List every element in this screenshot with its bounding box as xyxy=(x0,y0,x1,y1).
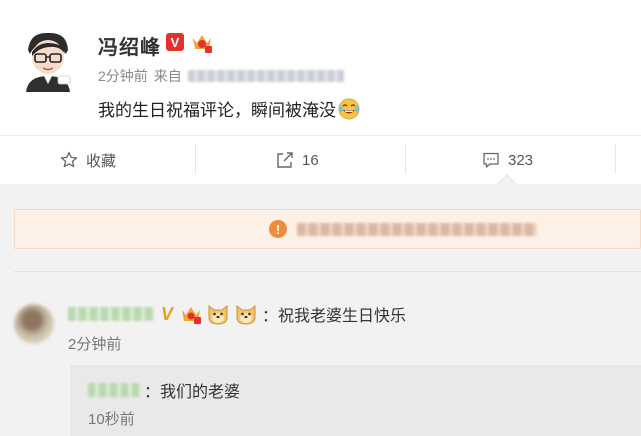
redacted-source xyxy=(187,70,344,82)
crown-level-icon xyxy=(193,35,212,53)
laugh-cry-emoji-icon xyxy=(338,98,360,119)
reply-text: ：我们的老婆 xyxy=(144,384,241,401)
post-text: 我的生日祝福评论，瞬间被淹没 xyxy=(98,101,336,120)
weibo-post-card: 冯绍峰 V 2分钟前 来自 我的生日祝福评论，瞬间被淹没 收藏 16 323 xyxy=(0,0,641,184)
toolbar-separator xyxy=(615,144,616,174)
section-divider xyxy=(14,271,641,272)
source-prefix: 来自 xyxy=(153,68,182,84)
warning-icon: ! xyxy=(269,220,287,238)
comment-text: ：祝我老婆生日快乐 xyxy=(262,308,407,325)
doge-emoji-icon xyxy=(208,304,228,325)
verified-v-icon: V xyxy=(160,303,173,324)
author-name[interactable]: 冯绍峰 xyxy=(98,31,161,60)
share-icon xyxy=(277,152,293,168)
toolbar-separator xyxy=(195,144,196,174)
verified-badge-icon: V xyxy=(166,33,184,51)
post-content: 我的生日祝福评论，瞬间被淹没 xyxy=(98,96,360,121)
comment-line: V ：祝我老婆生日快乐 xyxy=(68,302,406,326)
repost-button[interactable]: 16 xyxy=(276,136,319,184)
toolbar-separator xyxy=(405,144,406,174)
redacted-commenter-name[interactable] xyxy=(68,307,154,321)
notice-banner: ! xyxy=(14,209,641,249)
favorite-label: 收藏 xyxy=(86,152,117,170)
author-avatar[interactable] xyxy=(20,30,76,92)
reply-time: 10秒前 xyxy=(88,411,135,428)
comment-icon xyxy=(483,152,499,168)
post-meta: 2分钟前 来自 xyxy=(98,66,344,86)
redacted-replier-name[interactable] xyxy=(88,383,140,397)
redacted-notice-text xyxy=(297,222,537,236)
comment-count: 323 xyxy=(508,151,534,169)
star-icon xyxy=(60,151,78,168)
repost-count: 16 xyxy=(302,151,319,169)
post-toolbar: 收藏 16 323 xyxy=(0,136,641,184)
comment-time: 2分钟前 xyxy=(68,336,122,353)
post-time: 2分钟前 xyxy=(98,68,148,84)
reply-line: ：我们的老婆 xyxy=(88,378,240,402)
doge-emoji-icon xyxy=(236,304,256,325)
favorite-button[interactable]: 收藏 xyxy=(60,136,116,184)
commenter-avatar[interactable] xyxy=(14,304,54,344)
crown-level-icon xyxy=(182,307,201,324)
